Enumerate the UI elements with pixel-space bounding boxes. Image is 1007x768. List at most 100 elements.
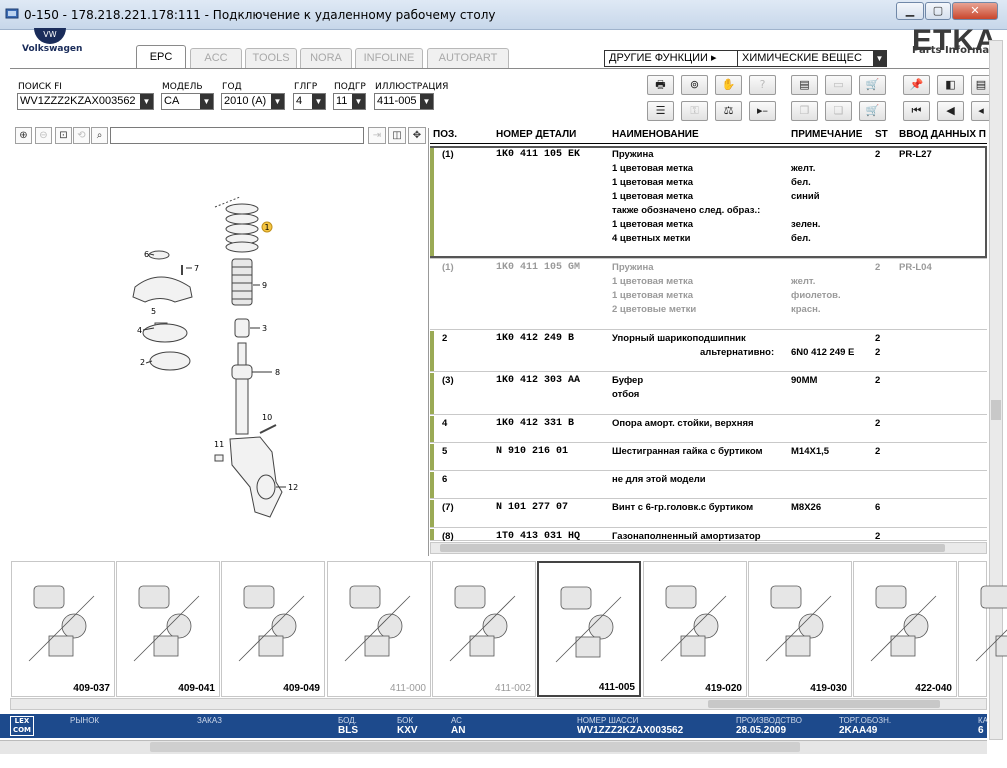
handshake-icon[interactable]: ✋ — [715, 75, 742, 95]
row-position: (3) — [442, 375, 454, 386]
col-note[interactable]: ПРИМЕЧАНИЕ — [791, 129, 862, 140]
status-scroll-thumb[interactable] — [150, 742, 800, 752]
col-data-entry[interactable]: ВВОД ДАННЫХ П — [899, 129, 987, 140]
callout-9: 9 — [262, 281, 267, 290]
col-pos[interactable]: ПОЗ. — [433, 129, 457, 140]
link-icon[interactable]: ⇥ — [368, 127, 386, 144]
filter-fi-select[interactable]: WV1ZZZ2KZAX003562 ▼ — [17, 93, 154, 110]
thumbnail-411-002[interactable]: 411-002 — [432, 561, 536, 697]
row-marker — [430, 331, 434, 371]
key-icon[interactable]: ⚿ — [681, 101, 708, 121]
list-icon[interactable]: ☰ — [647, 101, 674, 121]
bok-label: БОК — [397, 716, 414, 725]
market-label: РЫНОК — [70, 716, 100, 725]
filter-mg-select[interactable]: 4 ▼ — [293, 93, 326, 110]
depot-icon[interactable]: ▭ — [825, 75, 852, 95]
play-icon[interactable]: ▸– — [749, 101, 776, 121]
thumbnail-411-000[interactable]: 411-000 — [327, 561, 431, 697]
chevron-down-icon: ▼ — [140, 94, 153, 109]
window-title: 0-150 - 178.218.221.178:111 - Подключени… — [24, 8, 496, 22]
zoom-out-icon[interactable]: ⊖ — [35, 127, 52, 144]
row-name: 2 цветовые метки — [612, 304, 697, 315]
col-part-number[interactable]: НОМЕР ДЕТАЛИ — [496, 129, 576, 140]
pane-divider[interactable] — [428, 128, 429, 556]
row-position: (7) — [442, 502, 454, 513]
row-marker — [430, 472, 434, 498]
filter-sg-select[interactable]: 11 ▼ — [333, 93, 366, 110]
filter-ill-select[interactable]: 411-005 ▼ — [374, 93, 434, 110]
thumbnail-drawing — [449, 585, 516, 662]
document-icon[interactable]: ▤ — [971, 75, 991, 95]
elsa-icon[interactable]: ▤ — [791, 75, 818, 95]
zoom-fit-icon[interactable]: ⊡ — [55, 127, 72, 144]
row-name: Газонаполненный амортизатор — [612, 531, 761, 542]
illustration-search-input[interactable] — [110, 127, 364, 144]
filter-year-select[interactable]: 2010 (A) ▼ — [221, 93, 285, 110]
tab-acc[interactable]: ACC — [190, 48, 242, 68]
row-name: 1 цветовая метка — [612, 276, 694, 287]
row-separator — [430, 258, 987, 259]
zoom-reset-icon[interactable]: ⟲ — [73, 127, 90, 144]
minimize-button[interactable]: ▁ — [896, 2, 924, 20]
thumbnail-422-040[interactable]: 422-040 — [853, 561, 957, 697]
paste-icon[interactable]: ❏ — [825, 101, 852, 121]
help-icon[interactable]: ? — [749, 75, 776, 95]
filter-model-select[interactable]: CA ▼ — [161, 93, 214, 110]
thumbnail-419-030[interactable]: 419-030 — [748, 561, 852, 697]
row-position: (8) — [442, 531, 454, 542]
illustration-canvas[interactable]: 1 2 3 4 5 6 7 8 9 10 11 12 — [10, 147, 426, 555]
move-icon[interactable]: ✥ — [408, 127, 426, 144]
scale-icon[interactable]: ⚖ — [715, 101, 742, 121]
chemicals-dropdown[interactable]: ХИМИЧЕСКИЕ ВЕЩЕС ▼ — [737, 50, 887, 67]
thumbnail-409-037[interactable]: 409-037 — [11, 561, 115, 697]
row-name: 1 цветовая метка — [612, 163, 694, 174]
thumbnail-409-041[interactable]: 409-041 — [116, 561, 220, 697]
service-icon[interactable]: ⊚ — [681, 75, 708, 95]
page-back-icon[interactable]: ◧ — [937, 75, 964, 95]
zoom-in-icon[interactable]: ⊕ — [15, 127, 32, 144]
row-qty: 2 — [875, 446, 881, 457]
row-part-number: 1K0 411 105 GM — [496, 262, 581, 273]
lexcom-logo: LEX COM — [10, 716, 34, 736]
order-label: ЗАКАЗ — [197, 716, 222, 725]
col-st[interactable]: ST — [875, 129, 888, 140]
tab-nora[interactable]: NORA — [300, 48, 352, 68]
pin-icon[interactable]: 📌 — [903, 75, 930, 95]
cart-icon[interactable]: 🛒 — [859, 101, 886, 121]
thumbnail-next[interactable] — [958, 561, 1007, 697]
tab-epc[interactable]: EPC — [136, 45, 186, 69]
thumbnail-scroll-thumb[interactable] — [708, 700, 940, 708]
other-functions-button[interactable]: ДРУГИЕ ФУНКЦИИ ▸ — [604, 50, 738, 67]
thumbnail-419-020[interactable]: 419-020 — [643, 561, 747, 697]
thumbnail-411-005[interactable]: 411-005 — [537, 561, 641, 697]
print-icon[interactable]: 🖶 — [647, 75, 674, 95]
thumbnail-drawing — [344, 585, 411, 662]
cart-add-icon[interactable]: 🛒 — [859, 75, 886, 95]
col-name[interactable]: НАИМЕНОВАНИЕ — [612, 129, 699, 140]
thumbnail-409-049[interactable]: 409-049 — [221, 561, 325, 697]
callout-11: 11 — [214, 440, 224, 449]
row-qty: 2 — [875, 347, 881, 358]
previous-page-icon[interactable]: ◀ — [937, 101, 964, 121]
close-button[interactable]: ✕ — [952, 2, 998, 20]
filter-mg-label: ГЛГР — [294, 82, 318, 92]
window-scroll-thumb[interactable] — [991, 400, 1001, 420]
maximize-button[interactable]: ▢ — [925, 2, 951, 20]
remote-desktop-icon — [5, 8, 19, 19]
tab-tools[interactable]: TOOLS — [245, 48, 297, 68]
thumbnail-label: 419-020 — [705, 683, 742, 694]
table-scroll-thumb[interactable] — [440, 544, 945, 552]
row-qty: 6 — [875, 502, 881, 513]
arrow-right-icon: ▸ — [711, 52, 717, 64]
spring-part — [225, 203, 259, 253]
row-name: 1 цветовая метка — [612, 177, 694, 188]
first-page-icon[interactable]: ⏮ — [903, 101, 930, 121]
split-view-icon[interactable]: ◫ — [388, 127, 406, 144]
back-icon[interactable]: ◂ — [971, 101, 991, 121]
bod-label: БОД. — [338, 716, 357, 725]
tab-autopart[interactable]: AUTOPART — [427, 48, 509, 68]
tab-infoline[interactable]: INFOLINE — [355, 48, 423, 68]
copy-icon[interactable]: ❐ — [791, 101, 818, 121]
search-icon[interactable]: ⌕ — [91, 127, 108, 144]
thumbnail-drawing — [765, 585, 832, 662]
